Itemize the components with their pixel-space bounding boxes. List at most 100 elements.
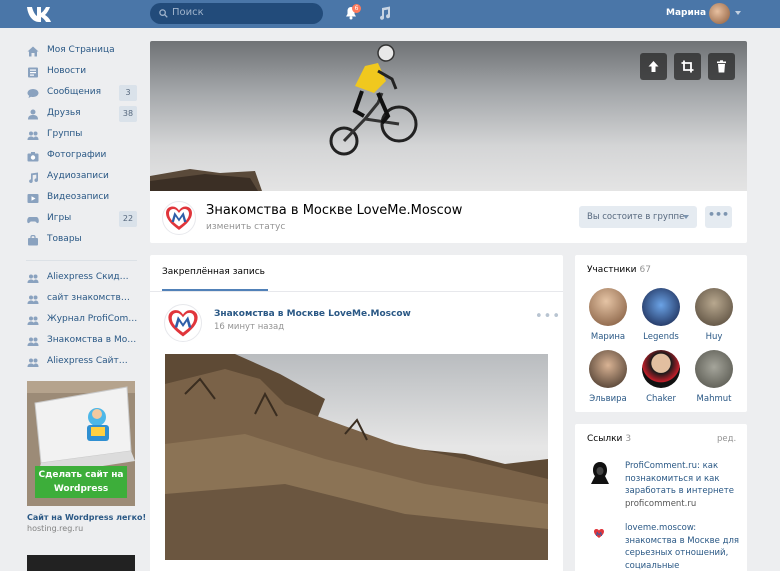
member-item[interactable]: Chaker	[635, 350, 687, 404]
menu-item-audio[interactable]: Аудиозаписи	[26, 168, 138, 189]
post-menu-button[interactable]: •••	[535, 309, 561, 324]
bag-icon	[28, 235, 38, 246]
menu-item-video[interactable]: Видеозаписи	[26, 189, 138, 210]
cover-image	[150, 41, 747, 191]
groups-icon	[27, 295, 39, 304]
search-icon	[159, 9, 168, 18]
wall-panel: Закреплённая запись Знакомства в Москве …	[150, 255, 563, 571]
upload-icon	[648, 61, 659, 72]
member-item[interactable]: Марина	[582, 288, 634, 342]
loveme-metro-logo-icon	[166, 206, 192, 230]
link-title[interactable]: ProfiComment.ru: как познакомиться и как…	[625, 460, 740, 510]
tab-pinned-post[interactable]: Закреплённая запись	[162, 267, 265, 277]
menu-divider	[26, 260, 137, 261]
link-domain: proficomment.ru	[625, 498, 697, 509]
friends-count-badge: 38	[119, 106, 137, 122]
ad-cta-button[interactable]: Сделать сайт на Wordpress	[35, 466, 127, 498]
group-more-button[interactable]: •••	[705, 206, 732, 228]
member-avatar[interactable]	[695, 288, 733, 326]
post-author-avatar[interactable]	[164, 304, 202, 342]
top-bar: Поиск 6 Марина	[0, 0, 780, 28]
member-avatar[interactable]	[642, 288, 680, 326]
links-panel: Ссылки 3 ред. ProfiComment.ru: как познак…	[575, 424, 747, 571]
member-item[interactable]: Legends	[635, 288, 687, 342]
user-avatar[interactable]	[709, 3, 730, 24]
membership-label: Вы состоите в группе	[587, 212, 685, 222]
camera-icon	[27, 152, 39, 162]
menu-group-dating-site[interactable]: сайт знакомств…	[26, 290, 138, 311]
members-header[interactable]: Участники 67	[587, 265, 651, 275]
crop-cover-button[interactable]	[674, 53, 701, 80]
membership-button[interactable]: Вы состоите в группе	[579, 206, 697, 228]
links-header[interactable]: Ссылки 3	[587, 434, 631, 444]
menu-item-goods[interactable]: Товары	[26, 231, 138, 252]
gamepad-icon	[27, 217, 39, 224]
sidebar-ad[interactable]: Сделать сайт на Wordpress Сайт на Wordpr…	[27, 381, 146, 533]
vk-logo-icon[interactable]	[26, 4, 52, 24]
wall-divider	[150, 291, 563, 292]
rocky-hill-photo	[165, 354, 548, 560]
menu-group-proficomment[interactable]: Журнал ProfiCom…	[26, 311, 138, 332]
group-cover: Знакомства в Москве LoveMe.Moscow измени…	[150, 41, 747, 243]
group-avatar[interactable]	[162, 201, 196, 235]
audio-icon	[29, 172, 39, 183]
crop-icon	[681, 60, 694, 73]
groups-icon	[27, 337, 39, 346]
groups-icon	[27, 358, 39, 367]
menu-item-friends[interactable]: Друзья 38	[26, 105, 138, 126]
post-timestamp[interactable]: 16 минут назад	[214, 322, 284, 332]
ad-image[interactable]: Сделать сайт на Wordpress	[27, 381, 135, 506]
news-icon	[28, 67, 38, 78]
menu-group-loveme[interactable]: Знакомства в Мо…	[26, 332, 138, 353]
member-avatar[interactable]	[695, 350, 733, 388]
ad-url: hosting.reg.ru	[27, 524, 84, 533]
menu-item-my-page[interactable]: Моя Страница	[26, 42, 138, 63]
edit-links-link[interactable]: ред.	[717, 434, 736, 444]
games-count-badge: 22	[119, 211, 137, 227]
trash-icon	[717, 60, 726, 73]
menu-item-messages[interactable]: Сообщения 3	[26, 84, 138, 105]
menu-item-photos[interactable]: Фотографии	[26, 147, 138, 168]
chevron-down-icon[interactable]	[735, 11, 741, 15]
menu-item-games[interactable]: Игры 22	[26, 210, 138, 231]
messages-icon	[27, 89, 39, 98]
member-item[interactable]: Mahmut	[688, 350, 740, 404]
ad-title[interactable]: Сайт на Wordpress легко!	[27, 513, 146, 522]
post-author-name[interactable]: Знакомства в Москве LoveMe.Moscow	[214, 309, 411, 319]
home-icon	[27, 46, 39, 57]
hooded-figure-icon	[591, 462, 609, 484]
friends-icon	[28, 109, 38, 120]
members-count: 67	[639, 265, 651, 275]
member-avatar[interactable]	[642, 350, 680, 388]
menu-group-aliexpress-site[interactable]: Aliexpress Сайт…	[26, 353, 138, 374]
menu-item-groups[interactable]: Группы	[26, 126, 138, 147]
member-item[interactable]: Huy	[688, 288, 740, 342]
chevron-down-icon	[683, 215, 689, 219]
groups-icon	[27, 131, 39, 140]
messages-count-badge: 3	[119, 85, 137, 101]
user-name[interactable]: Марина	[666, 8, 706, 18]
menu-group-aliexpress-skid[interactable]: Aliexpress Скид…	[26, 269, 138, 290]
delete-cover-button[interactable]	[708, 53, 735, 80]
groups-icon	[27, 316, 39, 325]
change-status-link[interactable]: изменить статус	[206, 222, 285, 232]
search-input-placeholder[interactable]: Поиск	[172, 7, 204, 18]
search-box[interactable]: Поиск	[150, 3, 323, 24]
groups-icon	[27, 274, 39, 283]
video-icon	[27, 194, 39, 203]
music-icon[interactable]	[378, 6, 391, 20]
members-panel: Участники 67 Марина Legends Huy Эльвира C…	[575, 255, 747, 412]
left-menu: Моя Страница Новости Сообщения 3 Друзья …	[26, 42, 138, 374]
loveme-metro-logo-icon	[168, 310, 198, 337]
group-name: Знакомства в Москве LoveMe.Moscow	[206, 203, 463, 218]
link-title[interactable]: loveme.moscow: знакомства в Москве для с…	[625, 522, 740, 571]
notification-badge: 6	[352, 4, 361, 13]
member-avatar[interactable]	[589, 350, 627, 388]
loveme-metro-logo-icon	[594, 529, 604, 538]
menu-item-news[interactable]: Новости	[26, 63, 138, 84]
sidebar-ad-2[interactable]	[27, 555, 135, 571]
member-item[interactable]: Эльвира	[582, 350, 634, 404]
post-image[interactable]	[165, 354, 548, 560]
upload-cover-button[interactable]	[640, 53, 667, 80]
member-avatar[interactable]	[589, 288, 627, 326]
